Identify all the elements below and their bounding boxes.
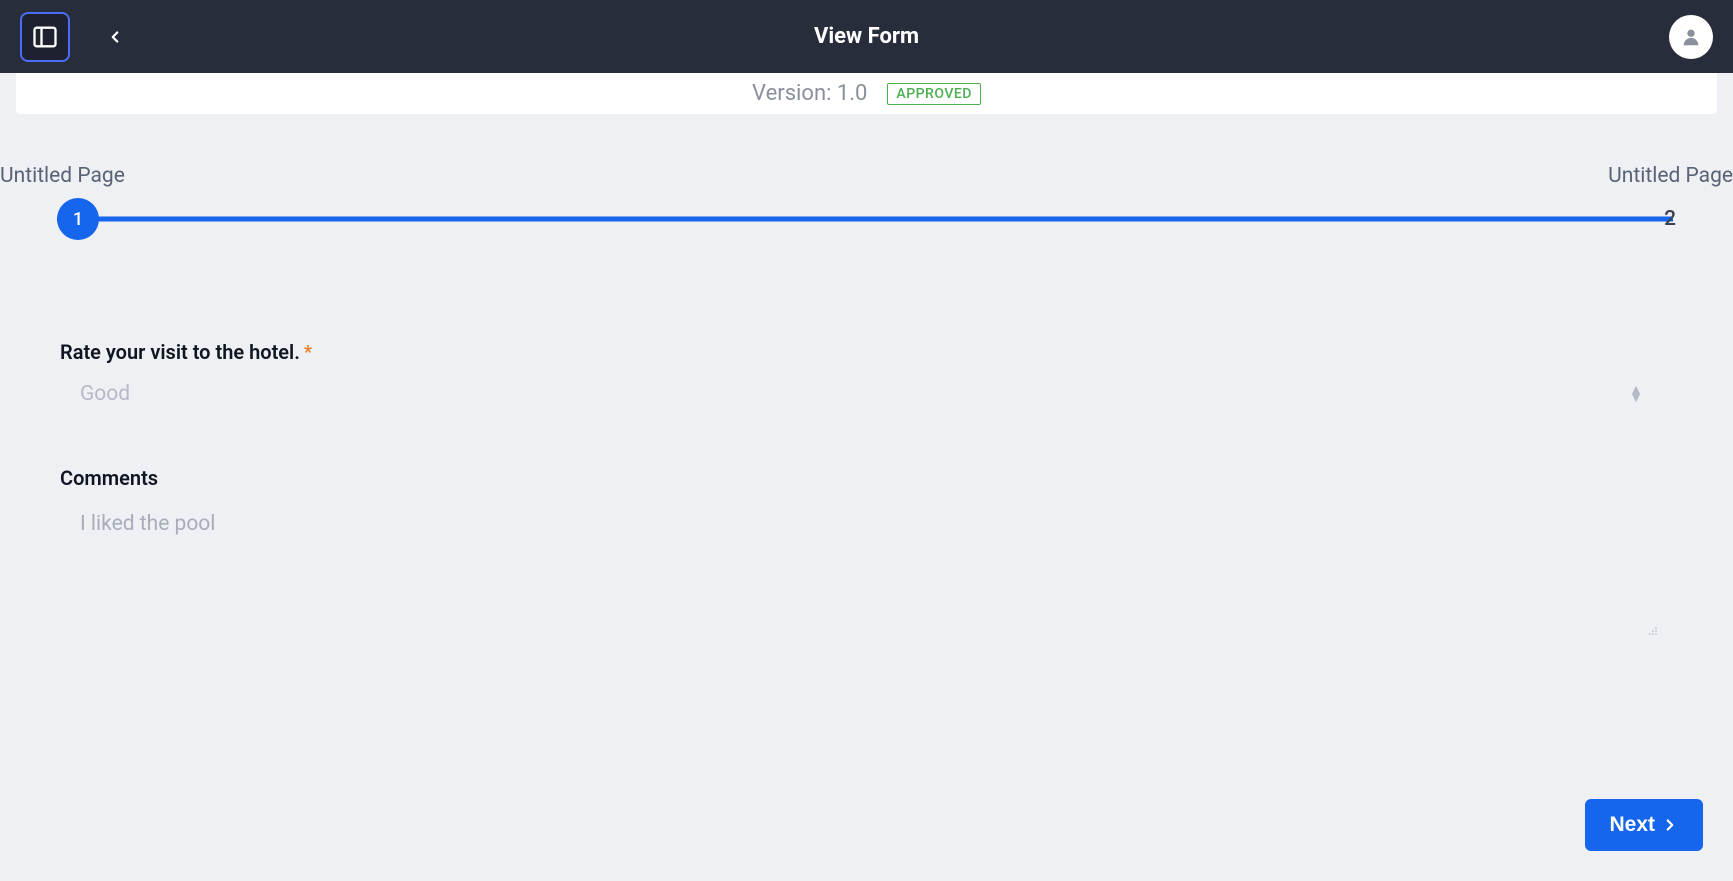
- chevron-left-icon: [106, 28, 124, 46]
- status-badge: APPROVED: [887, 83, 981, 105]
- user-avatar[interactable]: [1669, 15, 1713, 59]
- next-button-label: Next: [1609, 813, 1655, 837]
- rating-label: Rate your visit to the hotel. *: [60, 340, 1673, 364]
- app-header: View Form: [0, 0, 1733, 73]
- step-2[interactable]: 2: [1664, 207, 1676, 231]
- step-label-1: Untitled Page: [0, 164, 125, 188]
- step-label-2: Untitled Page: [1608, 164, 1733, 188]
- comments-textarea[interactable]: I liked the pool: [60, 508, 1673, 638]
- rating-field: Rate your visit to the hotel. * Good ▲ ▼: [60, 340, 1673, 406]
- stepper-progress-line: [57, 217, 1673, 222]
- step-1[interactable]: 1: [57, 198, 99, 240]
- required-indicator: *: [304, 342, 312, 363]
- version-bar: Version: 1.0 APPROVED: [16, 73, 1717, 114]
- comments-label: Comments: [60, 466, 1673, 490]
- next-button[interactable]: Next: [1585, 799, 1703, 851]
- step-2-number: 2: [1664, 207, 1676, 231]
- form-content: Rate your visit to the hotel. * Good ▲ ▼…: [0, 240, 1733, 638]
- step-1-number: 1: [73, 209, 83, 230]
- user-icon: [1680, 26, 1702, 48]
- rating-value: Good: [60, 382, 1629, 406]
- rating-select[interactable]: Good ▲ ▼: [60, 382, 1673, 406]
- select-arrows-icon: ▲ ▼: [1629, 386, 1673, 403]
- page-title: View Form: [814, 24, 919, 49]
- back-button[interactable]: [100, 22, 130, 52]
- version-text: Version: 1.0: [752, 81, 867, 106]
- chevron-right-icon: [1661, 816, 1679, 834]
- comments-value: I liked the pool: [80, 512, 1673, 536]
- comments-field: Comments I liked the pool: [60, 466, 1673, 638]
- form-footer: Next: [1585, 799, 1703, 851]
- resize-handle-icon[interactable]: [1648, 626, 1658, 638]
- sidebar-toggle-button[interactable]: [20, 12, 70, 62]
- page-stepper: Untitled Page Untitled Page 1 2: [0, 164, 1733, 240]
- panel-left-icon: [31, 23, 59, 51]
